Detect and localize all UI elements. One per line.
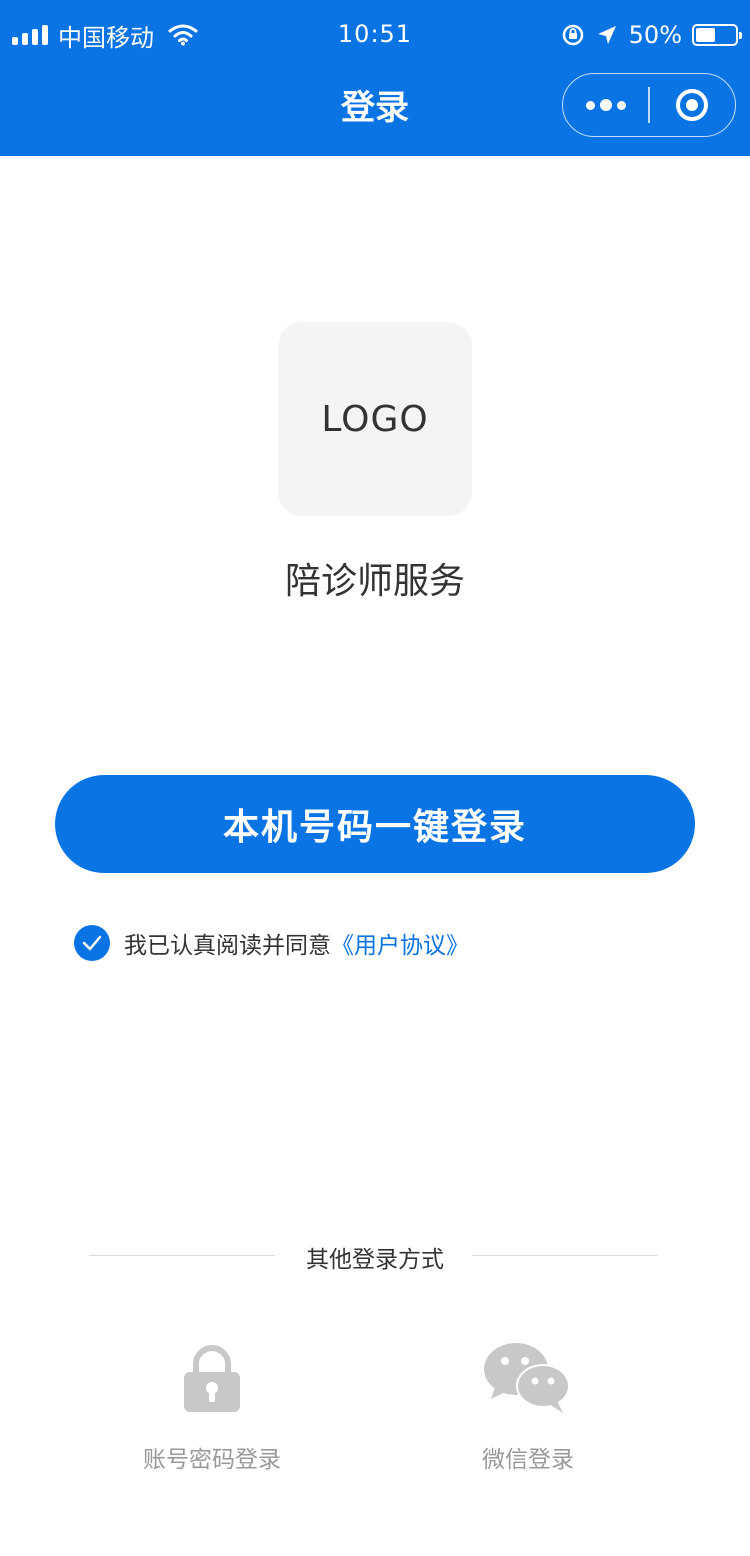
close-mini-program-button[interactable] bbox=[650, 73, 735, 137]
wechat-login-option[interactable]: 微信登录 bbox=[428, 1336, 628, 1474]
one-click-login-button[interactable]: 本机号码一键登录 bbox=[55, 775, 695, 873]
wechat-login-label: 微信登录 bbox=[482, 1447, 574, 1473]
app-logo: LOGO bbox=[278, 322, 472, 516]
target-circle-icon bbox=[676, 89, 709, 121]
battery-icon bbox=[692, 24, 742, 46]
check-icon bbox=[82, 935, 102, 951]
user-agreement-link[interactable]: 《用户协议》 bbox=[331, 926, 469, 960]
battery-percent: 50% bbox=[628, 21, 682, 49]
password-login-label: 账号密码登录 bbox=[143, 1447, 281, 1473]
wechat-icon bbox=[484, 1343, 570, 1413]
status-bar: 中国移动 10:51 50% bbox=[0, 0, 750, 70]
agreement-checkbox[interactable] bbox=[74, 925, 110, 961]
password-login-option[interactable]: 账号密码登录 bbox=[112, 1336, 312, 1474]
more-dots-icon bbox=[585, 99, 626, 111]
more-button[interactable] bbox=[563, 73, 648, 137]
location-arrow-icon bbox=[597, 26, 616, 44]
divider-line-right bbox=[472, 1255, 658, 1256]
agreement-row: 我已认真阅读并同意 《用户协议》 bbox=[74, 925, 469, 961]
other-login-divider: 其他登录方式 bbox=[0, 1238, 750, 1274]
other-login-title: 其他登录方式 bbox=[306, 1247, 444, 1273]
mini-program-capsule bbox=[562, 73, 736, 137]
app-name: 陪诊师服务 bbox=[284, 561, 465, 602]
agreement-text: 我已认真阅读并同意 bbox=[124, 933, 331, 959]
lock-icon bbox=[184, 1345, 240, 1412]
header: 中国移动 10:51 50% 登录 bbox=[0, 0, 750, 156]
orientation-lock-icon bbox=[562, 24, 583, 46]
status-right: 50% bbox=[561, 18, 742, 52]
